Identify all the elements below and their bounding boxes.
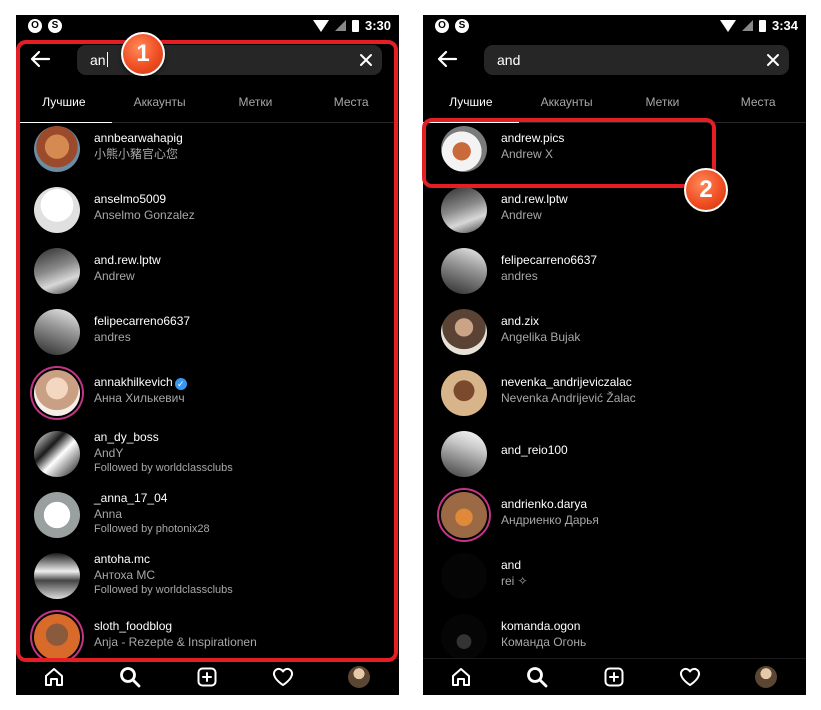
tab-tags[interactable]: Метки bbox=[615, 88, 711, 122]
username: komanda.ogon bbox=[501, 619, 581, 633]
add-post-icon[interactable] bbox=[602, 665, 626, 689]
tab-places[interactable]: Места bbox=[710, 88, 806, 122]
opera-icon: O bbox=[28, 19, 42, 33]
full-name: Nevenka Andrijević Žalac bbox=[501, 391, 636, 405]
avatar bbox=[441, 309, 487, 355]
list-item[interactable]: komanda.ogon Команда Огонь bbox=[423, 609, 806, 659]
app-notification-icon: S bbox=[455, 19, 469, 33]
list-item[interactable]: and_reio100 bbox=[423, 426, 806, 487]
status-bar: O S 3:34 bbox=[423, 15, 806, 37]
avatar bbox=[441, 614, 487, 659]
heart-icon[interactable] bbox=[678, 665, 702, 689]
list-item[interactable]: and.rew.lptw Andrew bbox=[423, 182, 806, 243]
bottom-navigation bbox=[16, 658, 399, 695]
full-name: rei ✧ bbox=[501, 574, 528, 588]
bottom-navigation bbox=[423, 658, 806, 695]
username: and.zix bbox=[501, 314, 540, 328]
username: nevenka_andrijeviczalac bbox=[501, 375, 632, 389]
full-name: Андриенко Дарья bbox=[501, 513, 599, 527]
username: andrienko.darya bbox=[501, 497, 588, 511]
avatar bbox=[441, 553, 487, 599]
heart-icon[interactable] bbox=[271, 665, 295, 689]
battery-icon bbox=[758, 19, 766, 32]
list-item[interactable]: and.zix Angelika Bujak bbox=[423, 304, 806, 365]
home-icon[interactable] bbox=[449, 665, 473, 689]
profile-avatar[interactable] bbox=[348, 666, 370, 688]
back-arrow-icon[interactable] bbox=[435, 47, 459, 71]
step-marker-2: 2 bbox=[684, 168, 728, 212]
list-item[interactable]: andrienko.darya Андриенко Дарья bbox=[423, 487, 806, 548]
step-marker-1: 1 bbox=[121, 32, 165, 76]
wifi-icon bbox=[312, 19, 329, 32]
search-header: and bbox=[423, 37, 806, 83]
list-item[interactable]: felipecarreno6637 andres bbox=[423, 243, 806, 304]
status-time: 3:30 bbox=[364, 18, 391, 33]
tab-top[interactable]: Лучшие bbox=[423, 88, 519, 123]
highlight-box-selected-result bbox=[422, 118, 716, 188]
status-time: 3:34 bbox=[771, 18, 798, 33]
wifi-icon bbox=[719, 19, 736, 32]
add-post-icon[interactable] bbox=[195, 665, 219, 689]
list-item[interactable]: nevenka_andrijeviczalac Nevenka Andrijevi… bbox=[423, 365, 806, 426]
username: and.rew.lptw bbox=[501, 192, 568, 206]
avatar bbox=[441, 248, 487, 294]
app-notification-icon: S bbox=[48, 19, 62, 33]
close-icon[interactable] bbox=[765, 52, 781, 68]
list-item[interactable]: and rei ✧ bbox=[423, 548, 806, 609]
username: felipecarreno6637 bbox=[501, 253, 598, 267]
signal-icon bbox=[334, 20, 346, 31]
opera-icon: O bbox=[435, 19, 449, 33]
search-input[interactable]: and bbox=[484, 45, 789, 75]
highlight-box-search-area bbox=[16, 40, 398, 662]
phone-screen-right: O S 3:34 and Лучшие Аккаунты Метки Места bbox=[423, 15, 806, 695]
home-icon[interactable] bbox=[42, 665, 66, 689]
full-name: Angelika Bujak bbox=[501, 330, 581, 344]
search-results-list: andrew.pics Andrew X and.rew.lptw Andrew f… bbox=[423, 121, 806, 659]
search-input-value: and bbox=[497, 52, 521, 68]
avatar bbox=[441, 492, 487, 538]
status-bar: O S 3:30 bbox=[16, 15, 399, 37]
profile-avatar[interactable] bbox=[755, 666, 777, 688]
avatar bbox=[441, 370, 487, 416]
signal-icon bbox=[741, 20, 753, 31]
search-icon[interactable] bbox=[118, 665, 142, 689]
tab-accounts[interactable]: Аккаунты bbox=[519, 88, 615, 122]
full-name: andres bbox=[501, 269, 538, 283]
avatar bbox=[441, 431, 487, 477]
full-name: Andrew bbox=[501, 208, 542, 222]
username: and_reio100 bbox=[501, 443, 568, 457]
avatar bbox=[441, 187, 487, 233]
battery-icon bbox=[351, 19, 359, 32]
full-name: Команда Огонь bbox=[501, 635, 587, 649]
username: and bbox=[501, 558, 522, 572]
search-icon[interactable] bbox=[525, 665, 549, 689]
